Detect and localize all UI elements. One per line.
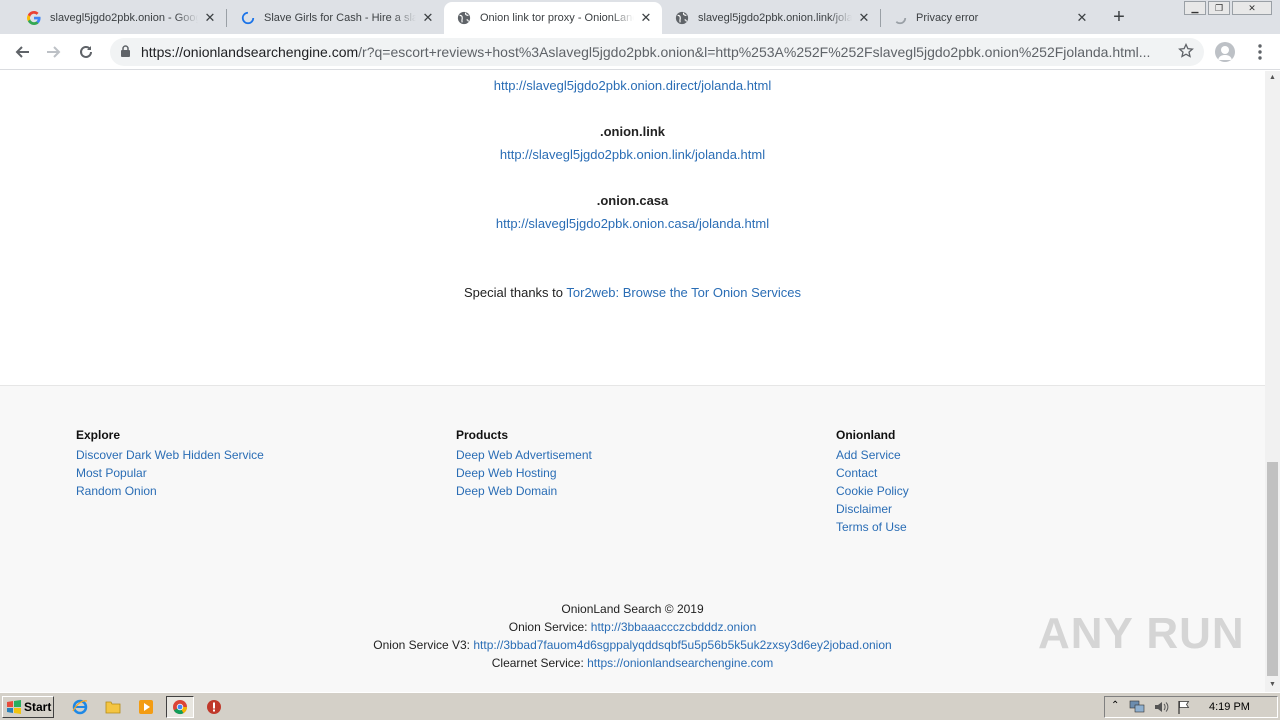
close-icon[interactable]: ✕ <box>202 10 218 26</box>
link-onion-direct[interactable]: http://slavegl5jgdo2pbk.onion.direct/jol… <box>0 78 1265 93</box>
lock-icon <box>120 45 131 63</box>
thanks-text: Special thanks to <box>464 285 567 300</box>
page-content: http://slavegl5jgdo2pbk.onion.direct/jol… <box>0 71 1265 692</box>
arrow-right-icon <box>47 46 61 58</box>
onion-v3-label: Onion Service V3: <box>373 638 474 652</box>
profile-avatar-icon[interactable] <box>1215 42 1235 62</box>
tab-onionland-active[interactable]: Onion link tor proxy - OnionLand ✕ <box>444 2 662 34</box>
folder-icon[interactable] <box>104 698 122 716</box>
chrome-taskbar-button[interactable] <box>166 696 194 718</box>
globe-icon <box>674 10 690 26</box>
menu-kebab-icon[interactable] <box>1250 42 1270 62</box>
stop-sign-icon[interactable] <box>205 698 223 716</box>
address-bar[interactable]: https://onionlandsearchengine.com/r?q=es… <box>110 38 1204 66</box>
tor2web-link[interactable]: Tor2web: Browse the Tor Onion Services <box>566 285 801 300</box>
window-close-button[interactable]: ✕ <box>1232 1 1272 15</box>
tab-privacy-error[interactable]: Privacy error ✕ <box>880 2 1098 34</box>
tab-title: Privacy error <box>916 12 979 24</box>
heading-onion-link: .onion.link <box>600 124 665 139</box>
minimize-button[interactable]: ▁ <box>1184 1 1206 15</box>
new-tab-button[interactable]: + <box>1108 6 1130 28</box>
footer-link[interactable]: Deep Web Domain <box>456 482 592 500</box>
system-tray: ⌃ 4:19 PM <box>1104 696 1278 718</box>
onion-v3-link[interactable]: http://3bbad7fauom4d6sgppalyqddsqbf5u5p5… <box>473 638 891 652</box>
reload-button[interactable] <box>74 40 98 64</box>
chrome-icon <box>173 700 188 715</box>
volume-icon[interactable] <box>1153 700 1169 719</box>
url-host: https://onionlandsearchengine.com <box>141 44 359 60</box>
url-path: /r?q=escort+reviews+host%3Aslavegl5jgdo2… <box>358 44 1151 60</box>
network-icon[interactable] <box>1129 700 1145 719</box>
windows-logo-icon <box>7 700 21 714</box>
link-onion-link[interactable]: http://slavegl5jgdo2pbk.onion.link/jolan… <box>0 147 1265 162</box>
bookmark-star-icon[interactable] <box>1178 42 1194 64</box>
footer-link[interactable]: Deep Web Advertisement <box>456 446 592 464</box>
special-thanks: Special thanks to Tor2web: Browse the To… <box>0 285 1265 300</box>
close-icon[interactable]: ✕ <box>856 10 872 26</box>
tab-google-search[interactable]: slavegl5jgdo2pbk.onion - Google ✕ <box>8 2 226 34</box>
tab-onion-link[interactable]: slavegl5jgdo2pbk.onion.link/jolanda ✕ <box>662 2 880 34</box>
footer-heading: Onionland <box>836 428 896 442</box>
footer-link[interactable]: Most Popular <box>76 464 264 482</box>
loading-spinner-icon <box>892 10 908 26</box>
footer-link[interactable]: Contact <box>836 464 909 482</box>
close-icon[interactable]: ✕ <box>638 10 654 26</box>
back-button[interactable] <box>10 40 34 64</box>
tab-strip: slavegl5jgdo2pbk.onion - Google ✕ Slave … <box>0 0 1280 34</box>
url-text[interactable]: https://onionlandsearchengine.com/r?q=es… <box>141 38 1161 66</box>
maximize-button[interactable]: ❐ <box>1208 1 1230 15</box>
scroll-thumb[interactable] <box>1267 462 1278 676</box>
footer-column-products: Products Deep Web Advertisement Deep Web… <box>456 428 592 500</box>
footer-column-explore: Explore Discover Dark Web Hidden Service… <box>76 428 264 500</box>
footer-link[interactable]: Cookie Policy <box>836 482 909 500</box>
loading-spinner-icon <box>240 10 256 26</box>
globe-icon <box>456 10 472 26</box>
footer-link[interactable]: Deep Web Hosting <box>456 464 592 482</box>
reload-icon <box>80 45 92 58</box>
footer-link[interactable]: Discover Dark Web Hidden Service <box>76 446 264 464</box>
clearnet-label: Clearnet Service: <box>491 656 588 670</box>
tray-expand-icon[interactable]: ⌃ <box>1111 700 1119 711</box>
footer-link[interactable]: Disclaimer <box>836 500 909 518</box>
tab-title: Slave Girls for Cash - Hire a slave <box>264 12 416 24</box>
scroll-down-arrow-icon[interactable]: ▼ <box>1265 678 1280 692</box>
tab-slave-girls[interactable]: Slave Girls for Cash - Hire a slave ✕ <box>222 2 444 34</box>
media-player-icon[interactable] <box>137 698 155 716</box>
start-button[interactable]: Start <box>2 696 54 718</box>
link-onion-casa[interactable]: http://slavegl5jgdo2pbk.onion.casa/jolan… <box>0 216 1265 231</box>
tab-title: slavegl5jgdo2pbk.onion.link/jolanda <box>698 12 852 24</box>
footer-heading: Products <box>456 428 509 442</box>
onion-service-label: Onion Service: <box>508 620 591 634</box>
start-label: Start <box>24 700 52 714</box>
forward-button[interactable] <box>42 40 66 64</box>
google-g-icon <box>26 10 42 26</box>
footer-link[interactable]: Add Service <box>836 446 909 464</box>
close-icon[interactable]: ✕ <box>420 10 436 26</box>
heading-onion-casa: .onion.casa <box>596 193 669 208</box>
scroll-up-arrow-icon[interactable]: ▲ <box>1265 71 1280 85</box>
windows-taskbar: Start ⌃ 4:19 PM <box>0 692 1280 720</box>
arrow-left-icon <box>15 46 29 58</box>
close-icon[interactable]: ✕ <box>1074 10 1090 26</box>
clock: 4:19 PM <box>1209 701 1250 713</box>
clearnet-link[interactable]: https://onionlandsearchengine.com <box>587 656 773 670</box>
vertical-scrollbar[interactable]: ▲ ▼ <box>1265 71 1280 692</box>
footer-link[interactable]: Random Onion <box>76 482 264 500</box>
browser-toolbar: https://onionlandsearchengine.com/r?q=es… <box>0 34 1280 70</box>
flag-icon[interactable] <box>1177 700 1191 719</box>
tab-title: Onion link tor proxy - OnionLand <box>480 12 634 24</box>
footer-column-onionland: Onionland Add Service Contact Cookie Pol… <box>836 428 909 536</box>
footer-heading: Explore <box>76 428 121 442</box>
footer-link[interactable]: Terms of Use <box>836 518 909 536</box>
anyrun-watermark: ANY RUN <box>1038 609 1245 658</box>
onion-service-link[interactable]: http://3bbaaaccczcbdddz.onion <box>591 620 756 634</box>
internet-explorer-icon[interactable] <box>71 698 89 716</box>
tab-title: slavegl5jgdo2pbk.onion - Google <box>50 12 198 24</box>
